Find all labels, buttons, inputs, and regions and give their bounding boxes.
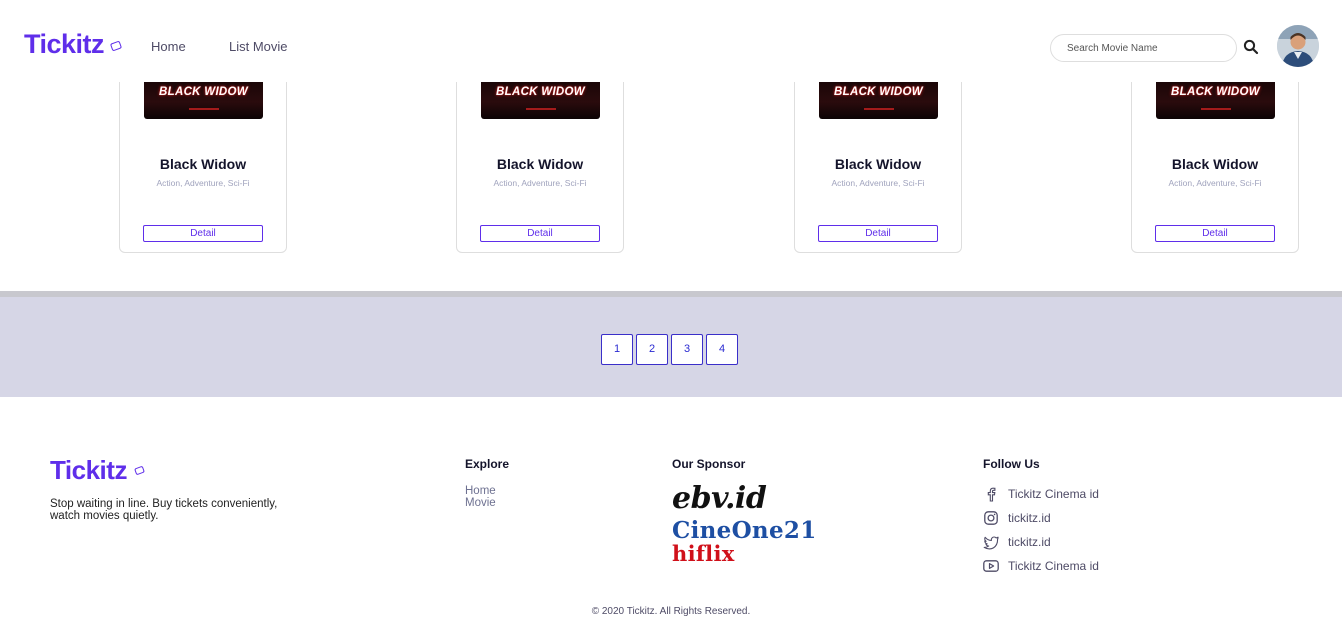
explore-heading: Explore bbox=[465, 457, 510, 471]
facebook-icon bbox=[983, 486, 999, 502]
instagram-icon bbox=[983, 510, 999, 526]
social-label: tickitz.id bbox=[1008, 535, 1051, 549]
poster-accent bbox=[189, 108, 219, 110]
movie-title: Black Widow bbox=[496, 156, 584, 172]
poster-accent bbox=[1201, 108, 1231, 110]
page-button-3[interactable]: 3 bbox=[671, 334, 703, 365]
social-label: Tickitz Cinema id bbox=[1008, 487, 1099, 501]
brand-logo[interactable]: Tickitz bbox=[24, 28, 105, 60]
movie-poster[interactable]: BLACK WIDOW bbox=[481, 81, 600, 119]
movie-title: Black Widow bbox=[834, 156, 922, 172]
ticket-icon bbox=[109, 40, 123, 52]
sponsor-hiflix-logo[interactable]: hiflix bbox=[672, 543, 735, 564]
poster-accent bbox=[864, 108, 894, 110]
footer: Tickitz Stop waiting in line. Buy ticket… bbox=[0, 397, 1342, 638]
social-label: Tickitz Cinema id bbox=[1008, 559, 1099, 573]
poster-title-text: BLACK WIDOW bbox=[1171, 86, 1260, 98]
search-input[interactable] bbox=[1050, 34, 1237, 62]
movie-title: Black Widow bbox=[1171, 156, 1259, 172]
movie-genre: Action, Adventure, Sci-Fi bbox=[831, 178, 925, 188]
page-button-4[interactable]: 4 bbox=[706, 334, 738, 365]
movie-title: Black Widow bbox=[159, 156, 247, 172]
movie-poster[interactable]: BLACK WIDOW bbox=[144, 81, 263, 119]
detail-button[interactable]: Detail bbox=[143, 225, 263, 242]
sponsor-heading: Our Sponsor bbox=[672, 457, 746, 471]
movie-poster[interactable]: BLACK WIDOW bbox=[1156, 81, 1275, 119]
page-button-1[interactable]: 1 bbox=[601, 334, 633, 365]
poster-title-text: BLACK WIDOW bbox=[496, 86, 585, 98]
search-icon[interactable] bbox=[1243, 39, 1259, 55]
copyright-text: © 2020 Tickitz. All Rights Reserved. bbox=[591, 606, 751, 617]
page-button-2[interactable]: 2 bbox=[636, 334, 668, 365]
user-avatar[interactable] bbox=[1277, 25, 1319, 67]
movie-genre: Action, Adventure, Sci-Fi bbox=[493, 178, 587, 188]
ticket-icon bbox=[134, 465, 145, 476]
poster-title-text: BLACK WIDOW bbox=[834, 86, 923, 98]
sponsor-cineone21-logo[interactable]: CineOne21 bbox=[672, 519, 817, 542]
detail-button[interactable]: Detail bbox=[818, 225, 938, 242]
nav-list-movie[interactable]: List Movie bbox=[229, 39, 288, 54]
navbar: Tickitz Home List Movie bbox=[0, 0, 1342, 82]
detail-button[interactable]: Detail bbox=[480, 225, 600, 242]
nav-home[interactable]: Home bbox=[151, 39, 186, 54]
detail-button[interactable]: Detail bbox=[1155, 225, 1275, 242]
movie-poster[interactable]: BLACK WIDOW bbox=[819, 81, 938, 119]
social-label: tickitz.id bbox=[1008, 511, 1051, 525]
poster-accent bbox=[526, 108, 556, 110]
footer-tagline: Stop waiting in line. Buy tickets conven… bbox=[50, 498, 278, 522]
follow-heading: Follow Us bbox=[983, 457, 1040, 471]
movie-genre: Action, Adventure, Sci-Fi bbox=[156, 178, 250, 188]
pagination: 1 2 3 4 bbox=[0, 291, 1342, 397]
poster-title-text: BLACK WIDOW bbox=[159, 86, 248, 98]
explore-link-movie[interactable]: Movie bbox=[465, 497, 496, 509]
sponsor-ebv-logo[interactable]: ebv.id bbox=[672, 484, 767, 514]
movie-genre: Action, Adventure, Sci-Fi bbox=[1168, 178, 1262, 188]
explore-link-home[interactable]: Home bbox=[465, 485, 496, 497]
youtube-icon bbox=[983, 558, 999, 574]
footer-logo[interactable]: Tickitz bbox=[50, 454, 127, 486]
twitter-icon bbox=[983, 534, 999, 550]
